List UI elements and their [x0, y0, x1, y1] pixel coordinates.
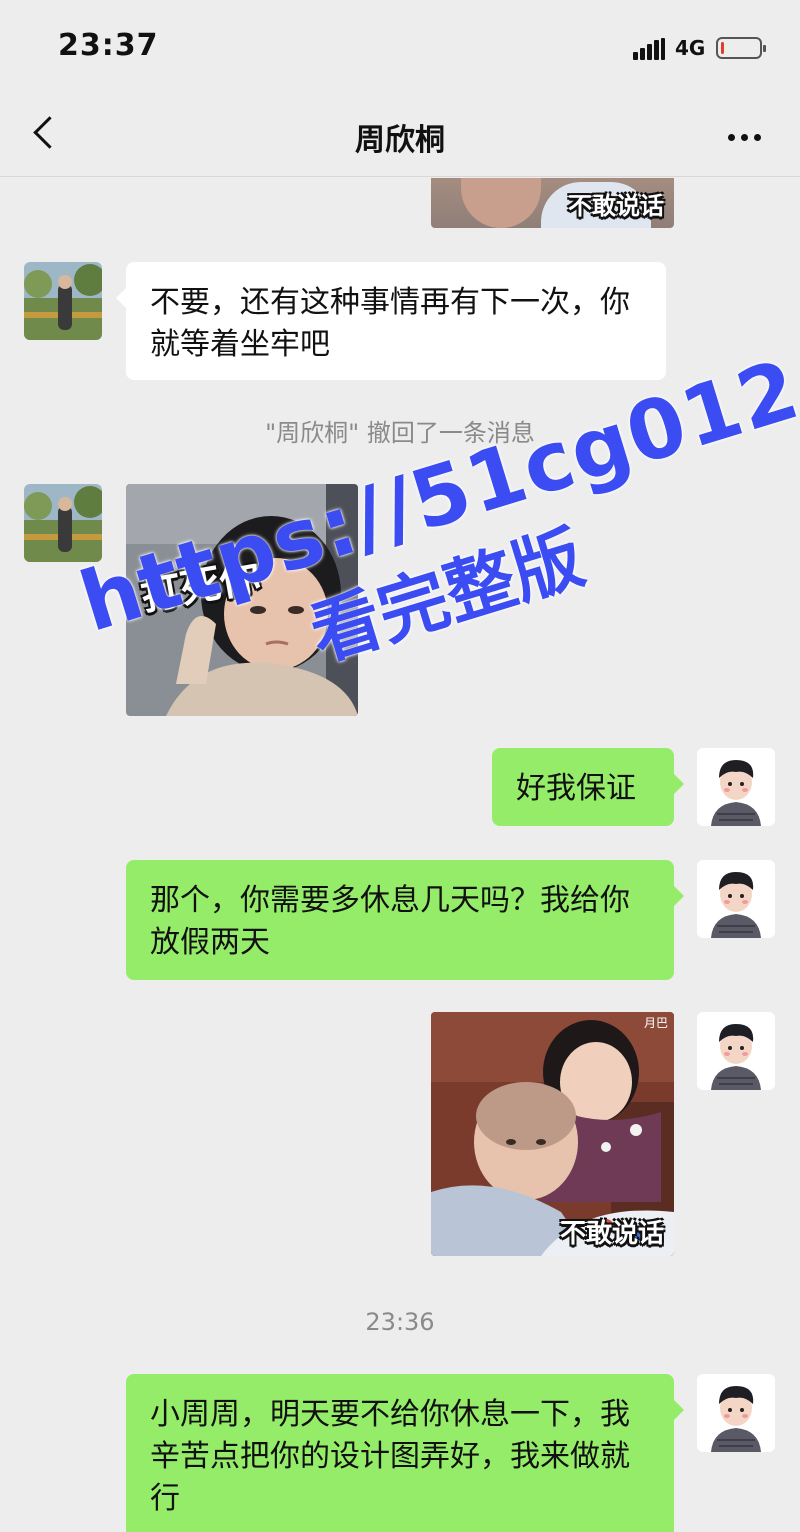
battery-icon	[716, 37, 766, 59]
battery-level	[721, 42, 724, 54]
message-timestamp: 23:36	[365, 1308, 435, 1336]
sticker-image[interactable]: 打死你	[126, 484, 358, 716]
self-avatar[interactable]	[697, 748, 775, 826]
message-list[interactable]: 不敢说话 不要，还有这种事情再有下一次，你就等着坐牢吧 "周欣桐" 撤回了一条消…	[0, 178, 800, 1532]
chat-title: 周欣桐	[355, 123, 445, 158]
network-type: 4G	[675, 36, 706, 60]
message-bubble-contact[interactable]: 不要，还有这种事情再有下一次，你就等着坐牢吧	[116, 262, 666, 380]
contact-avatar[interactable]	[24, 484, 102, 562]
status-bar: 23:37 4G	[0, 0, 800, 95]
self-avatar[interactable]	[697, 860, 775, 938]
message-bubble-self[interactable]: 好我保证	[492, 748, 684, 826]
message-text: 那个，你需要多休息几天吗？我给你放假两天	[150, 883, 630, 960]
message-text: 不要，还有这种事情再有下一次，你就等着坐牢吧	[150, 285, 630, 362]
sticker-corner-tag: 月巴	[643, 1016, 668, 1030]
status-time: 23:37	[58, 28, 159, 63]
recall-notice: "周欣桐" 撤回了一条消息	[265, 419, 535, 447]
message-bubble-self[interactable]: 那个，你需要多休息几天吗？我给你放假两天	[126, 860, 684, 980]
chat-header: 周欣桐	[0, 95, 800, 177]
sticker-image[interactable]: 月巴 不敢说话	[431, 1012, 674, 1256]
sticker-image-partial[interactable]: 不敢说话	[431, 178, 674, 228]
signal-strength-icon	[633, 38, 665, 60]
sticker-caption: 不敢说话	[568, 192, 664, 220]
self-avatar[interactable]	[697, 1374, 775, 1452]
more-options-button[interactable]	[720, 117, 770, 157]
message-text: 好我保证	[516, 771, 636, 806]
sticker-caption: 不敢说话	[559, 1219, 664, 1249]
self-avatar[interactable]	[697, 1012, 775, 1090]
message-text: 小周周，明天要不给你休息一下，我辛苦点把你的设计图弄好，我来做就行	[150, 1397, 630, 1516]
contact-avatar[interactable]	[24, 262, 102, 340]
message-bubble-self[interactable]: 小周周，明天要不给你休息一下，我辛苦点把你的设计图弄好，我来做就行	[126, 1374, 684, 1532]
